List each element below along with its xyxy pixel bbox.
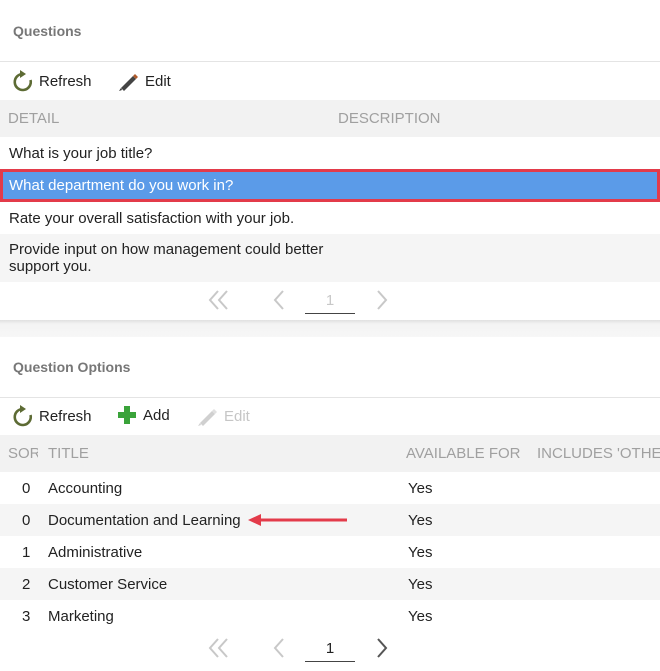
row-available: Yes [408,512,433,529]
refresh-label: Refresh [39,72,92,90]
row-title: Customer Service [48,576,168,593]
column-header-available-for[interactable]: AVAILABLE FOR [406,445,521,462]
options-title-divider [0,397,660,398]
table-row[interactable]: 0 Accounting Yes [0,472,660,504]
table-row[interactable]: 1 Administrative Yes [0,536,660,568]
page-number[interactable]: 1 [305,640,355,662]
questions-title-divider [0,61,660,62]
column-header-includes-other[interactable]: INCLUDES 'OTHER' [537,445,660,462]
first-page-icon[interactable] [207,289,231,311]
table-row[interactable]: 2 Customer Service Yes [0,568,660,600]
row-detail: Provide input on how management could be… [9,241,324,275]
row-available: Yes [408,544,433,561]
row-title: Marketing [48,608,114,625]
options-title: Question Options [13,359,131,375]
column-header-title[interactable]: TITLE [48,445,89,462]
first-page-icon[interactable] [207,637,231,659]
refresh-icon [13,70,33,92]
options-pager: 1 [0,634,660,668]
row-detail: Rate your overall satisfaction with your… [9,210,295,227]
row-sort: 3 [22,608,31,625]
row-detail: What is your job title? [9,145,153,162]
table-row[interactable]: Provide input on how management could be… [0,234,660,282]
previous-page-icon[interactable] [272,637,286,659]
add-label: Add [143,406,170,424]
questions-edit-button[interactable]: Edit [117,70,171,92]
column-header-detail[interactable]: DETAIL [8,110,59,127]
options-add-button[interactable]: Add [117,405,170,425]
table-row[interactable]: What is your job title? [0,137,660,169]
row-available: Yes [408,480,433,497]
refresh-label: Refresh [39,407,92,425]
options-edit-button[interactable]: Edit [196,405,250,427]
options-refresh-button[interactable]: Refresh [13,405,92,427]
refresh-icon [13,405,33,427]
column-header-description[interactable]: DESCRIPTION [338,110,441,127]
row-title: Accounting [48,480,123,497]
questions-refresh-button[interactable]: Refresh [13,70,92,92]
questions-title: Questions [13,23,82,39]
row-sort: 0 [22,480,31,497]
previous-page-icon[interactable] [272,289,286,311]
pencil-icon [198,409,217,426]
row-sort: 0 [22,512,31,529]
options-header-row: SORT TITLE AVAILABLE FOR INCLUDES 'OTHER… [0,435,660,472]
next-page-icon[interactable] [375,289,389,311]
row-available: Yes [408,576,433,593]
next-page-icon[interactable] [375,637,389,659]
questions-pager: 1 [0,286,660,320]
row-title: Administrative [48,544,143,561]
row-available: Yes [408,608,433,625]
questions-header-row: DETAIL DESCRIPTION [0,100,660,137]
pencil-icon [119,74,138,91]
plus-icon [118,406,136,424]
questions-panel: Questions Refresh Edit DETAIL DESCRIPTIO… [0,0,660,320]
table-row-selected[interactable]: What department do you work in? [0,169,660,202]
page-number[interactable]: 1 [305,292,355,314]
annotation-arrow-icon [248,514,347,526]
row-sort: 1 [22,544,31,561]
row-sort: 2 [22,576,31,593]
edit-label: Edit [224,407,250,425]
table-row[interactable]: 3 Marketing Yes [0,600,660,632]
question-options-panel: Question Options Refresh Add Edit SORT T… [0,337,660,671]
column-header-sort[interactable]: SORT [8,445,38,462]
table-row[interactable]: Rate your overall satisfaction with your… [0,202,660,234]
edit-label: Edit [145,72,171,90]
panel-separator [0,320,660,337]
row-title: Documentation and Learning [48,512,241,529]
row-detail: What department do you work in? [9,177,234,194]
